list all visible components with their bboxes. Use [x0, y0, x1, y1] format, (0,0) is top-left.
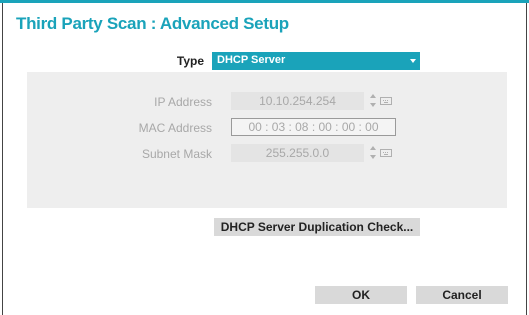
mac-address-label: MAC Address [138, 121, 212, 135]
ip-address-label: IP Address [154, 95, 212, 109]
spin-down-icon[interactable] [370, 155, 376, 159]
type-dropdown[interactable]: DHCP Server [212, 52, 420, 70]
ok-button[interactable]: OK [315, 286, 407, 304]
spin-down-icon[interactable] [370, 103, 376, 107]
type-selected-value: DHCP Server [217, 54, 286, 66]
subnet-mask-label: Subnet Mask [141, 147, 212, 161]
dialog-top-accent-line [0, 0, 529, 3]
advanced-setup-dialog: Third Party Scan : Advanced Setup Type D… [0, 0, 529, 315]
chevron-down-icon [410, 59, 416, 63]
dhcp-duplication-check-button[interactable]: DHCP Server Duplication Check... [214, 218, 420, 236]
ip-address-spinner-icon[interactable] [370, 93, 376, 109]
subnet-mask-keyboard-icon[interactable] [380, 149, 392, 157]
ip-address-field[interactable]: 10.10.254.254 [231, 92, 364, 110]
dialog-left-border [2, 3, 3, 315]
cancel-button[interactable]: Cancel [416, 286, 508, 304]
mac-address-field[interactable]: 00 : 03 : 08 : 00 : 00 : 00 [231, 118, 396, 136]
ip-address-keyboard-icon[interactable] [380, 97, 392, 105]
spin-up-icon[interactable] [370, 146, 376, 150]
dialog-right-border [526, 3, 527, 315]
spin-up-icon[interactable] [370, 94, 376, 98]
subnet-mask-spinner-icon[interactable] [370, 145, 376, 161]
type-label: Type [176, 54, 204, 68]
dialog-title: Third Party Scan : Advanced Setup [16, 14, 289, 33]
subnet-mask-field[interactable]: 255.255.0.0 [231, 144, 364, 162]
